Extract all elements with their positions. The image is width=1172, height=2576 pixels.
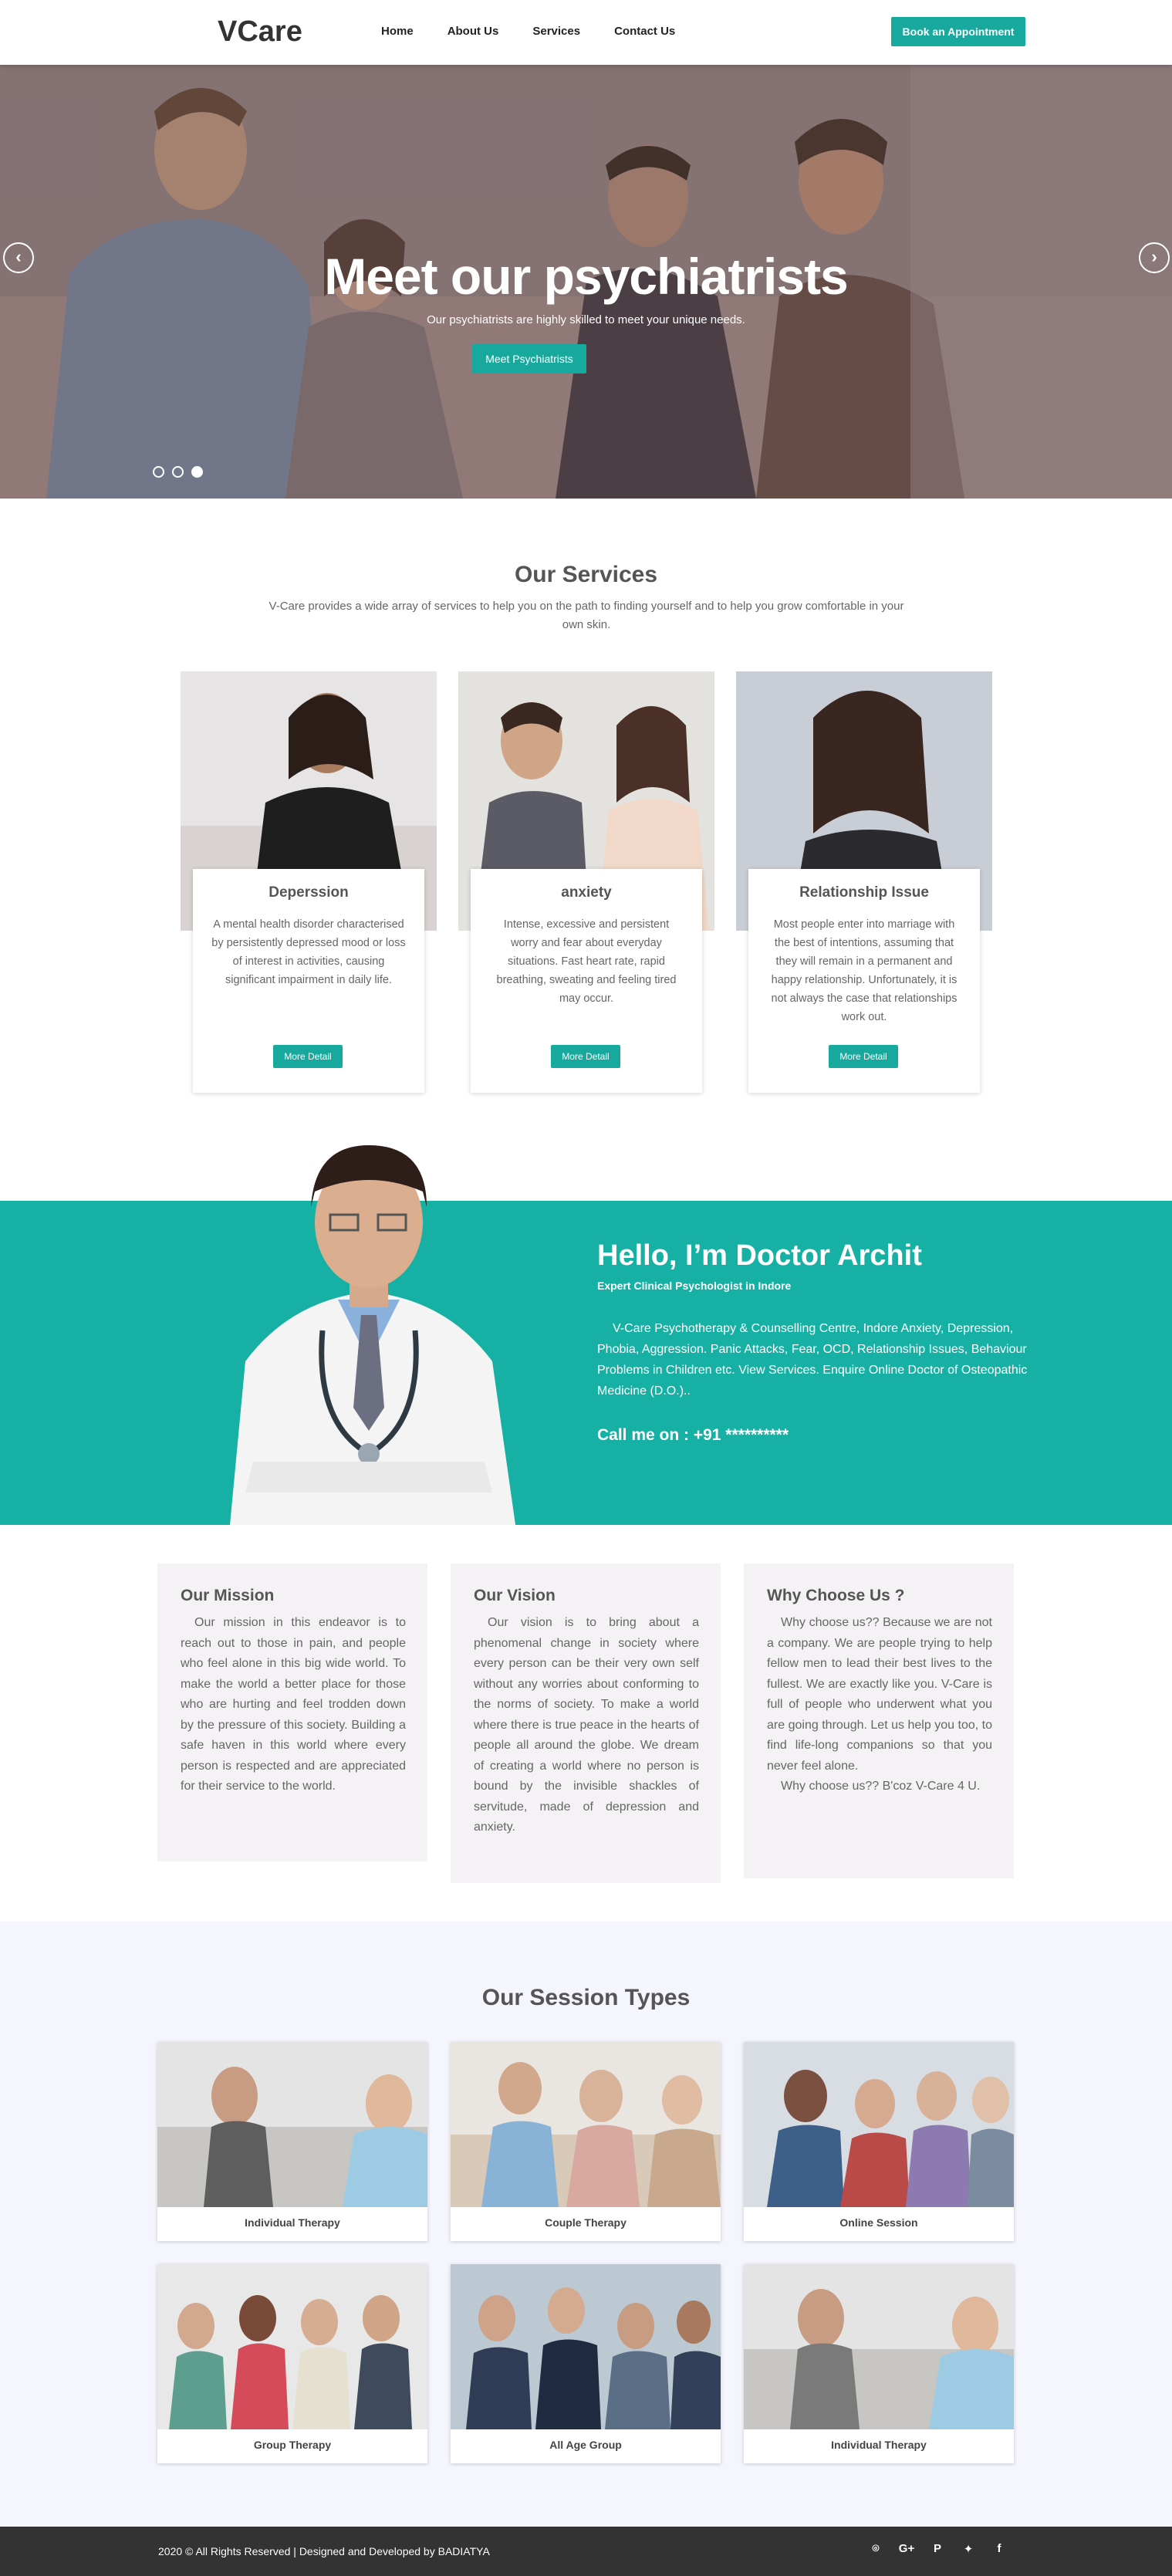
more-detail-button[interactable]: More Detail: [551, 1045, 620, 1068]
why-choose-us-text: Why choose us?? Because we are not a com…: [767, 1616, 992, 1773]
doctor-photo: [230, 1145, 515, 1525]
doctor-description: V-Care Psychotherapy & Counselling Centr…: [597, 1322, 1028, 1398]
nav-contact-us[interactable]: Contact Us: [614, 25, 675, 38]
mission-text: Our mission in this endeavor is to reach…: [181, 1616, 406, 1793]
session-image: [451, 2264, 721, 2429]
why-choose-us-title: Why Choose Us ?: [767, 1587, 905, 1604]
service-description: Intense, excessive and persistent worry …: [496, 918, 677, 1005]
services-description: V-Care provides a wide array of services…: [269, 600, 904, 631]
more-detail-button[interactable]: More Detail: [273, 1045, 343, 1068]
book-appointment-button[interactable]: Book an Appointment: [891, 17, 1025, 46]
session-card[interactable]: Individual Therapy: [157, 2042, 427, 2241]
services-title: Our Services: [514, 562, 658, 587]
service-title: anxiety: [561, 884, 612, 901]
doctor-name: Hello, I’m Doctor Archit: [597, 1239, 922, 1272]
service-card-relationship: Relationship Issue Most people enter int…: [736, 671, 992, 1093]
session-label: Individual Therapy: [831, 2439, 927, 2451]
carousel-indicators: [153, 466, 203, 478]
session-card[interactable]: Online Session: [744, 2042, 1014, 2241]
pinterest-icon[interactable]: P: [929, 2542, 946, 2556]
twitter-icon[interactable]: ✦: [960, 2542, 977, 2556]
carousel-dot-2[interactable]: [172, 466, 184, 478]
session-card[interactable]: Individual Therapy: [744, 2264, 1014, 2463]
mission-title: Our Mission: [181, 1587, 275, 1604]
session-label: Individual Therapy: [245, 2216, 340, 2229]
hero-subtitle: Our psychiatrists are highly skilled to …: [427, 313, 745, 326]
brand-logo[interactable]: VCare: [218, 15, 302, 49]
meet-psychiatrists-button[interactable]: Meet Psychiatrists: [472, 344, 586, 374]
navbar: VCare Home About Us Services Contact Us …: [0, 0, 1172, 65]
nav-links: Home About Us Services Contact Us: [381, 25, 675, 38]
service-title: Deperssion: [269, 884, 349, 901]
session-label: Online Session: [839, 2216, 918, 2229]
hero-title: Meet our psychiatrists: [324, 248, 849, 305]
session-image: [744, 2264, 1014, 2429]
sessions-title: Our Session Types: [481, 1985, 691, 2010]
session-card[interactable]: All Age Group: [451, 2264, 721, 2463]
session-image: [744, 2042, 1014, 2207]
vision-title: Our Vision: [474, 1587, 556, 1604]
social-links: ⌾ G+ P ✦ f: [867, 2542, 1008, 2556]
nav-services[interactable]: Services: [532, 25, 580, 38]
doctor-phone[interactable]: Call me on : +91 **********: [597, 1426, 789, 1445]
google-plus-icon[interactable]: G+: [898, 2542, 915, 2556]
session-label: All Age Group: [549, 2439, 622, 2451]
facebook-icon[interactable]: f: [991, 2542, 1008, 2556]
service-description: A mental health disorder characterised b…: [211, 918, 406, 986]
github-icon[interactable]: ⌾: [867, 2542, 884, 2556]
service-title: Relationship Issue: [799, 884, 929, 901]
nav-home[interactable]: Home: [381, 25, 414, 38]
carousel-dot-1[interactable]: [153, 466, 164, 478]
why-choose-us-box: Why Choose Us ? Why choose us?? Because …: [744, 1564, 1014, 1878]
vision-box: Our Vision Our vision is to bring about …: [451, 1564, 721, 1883]
service-card-depression: Deperssion A mental health disorder char…: [181, 671, 437, 1093]
why-choose-us-tagline: Why choose us?? B'coz V-Care 4 U.: [781, 1780, 981, 1793]
mission-box: Our Mission Our mission in this endeavor…: [157, 1564, 427, 1861]
session-card[interactable]: Couple Therapy: [451, 2042, 721, 2241]
session-label: Couple Therapy: [545, 2216, 627, 2229]
nav-about-us[interactable]: About Us: [448, 25, 499, 38]
service-card-anxiety: anxiety Intense, excessive and persisten…: [458, 671, 714, 1093]
session-image: [157, 2264, 427, 2429]
hero-carousel: ‹ › Meet our psychiatrists Our psychiatr…: [0, 65, 1172, 499]
footer: 2020 © All Rights Reserved | Designed an…: [0, 2527, 1172, 2576]
more-detail-button[interactable]: More Detail: [829, 1045, 898, 1068]
doctor-role: Expert Clinical Psychologist in Indore: [597, 1280, 792, 1292]
carousel-dot-3[interactable]: [191, 466, 203, 478]
session-card[interactable]: Group Therapy: [157, 2264, 427, 2463]
session-label: Group Therapy: [253, 2439, 332, 2451]
footer-copyright: 2020 © All Rights Reserved | Designed an…: [158, 2545, 490, 2557]
session-image: [451, 2042, 721, 2207]
session-image: [157, 2042, 427, 2207]
service-description: Most people enter into marriage with the…: [771, 918, 958, 1023]
vision-text: Our vision is to bring about a phenomena…: [474, 1616, 699, 1834]
